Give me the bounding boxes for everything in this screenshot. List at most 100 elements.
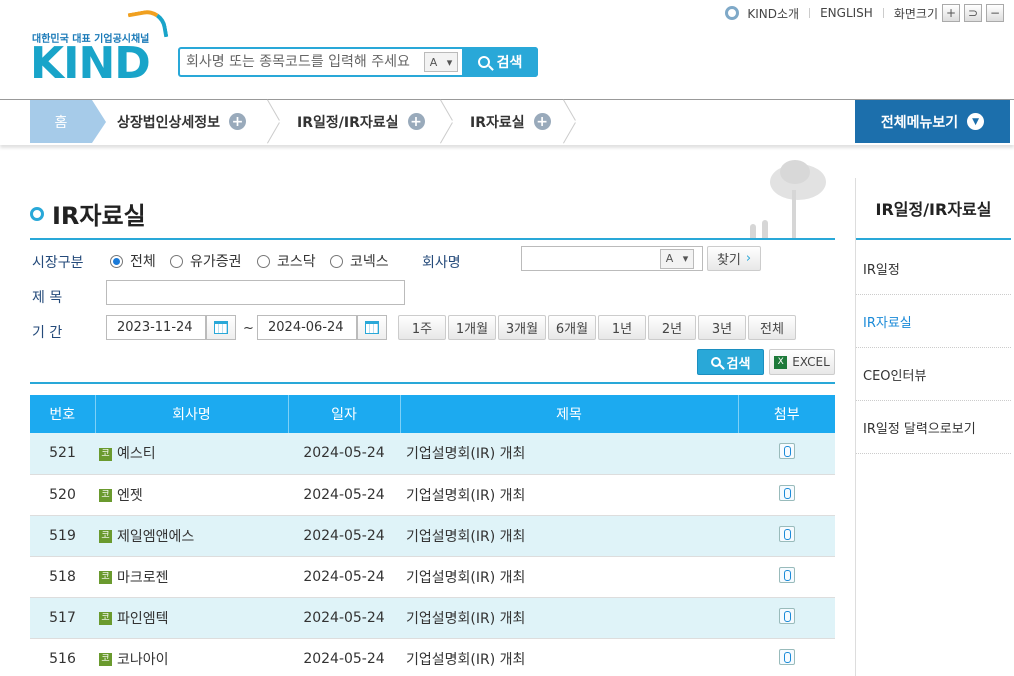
nav-home[interactable]: 홈 <box>30 100 106 143</box>
period-6-month-button[interactable]: 6개월 <box>548 315 596 340</box>
subject-input[interactable] <box>106 280 405 305</box>
company-link[interactable]: 제일엠앤에스 <box>117 529 194 545</box>
table-header-row: 번호 회사명 일자 제목 첨부 <box>30 395 835 433</box>
table-row: 516 코 코나아이 2024-05-24 기업설명회(IR) 개최 <box>30 638 835 676</box>
ime-label: A <box>665 252 674 265</box>
company-link[interactable]: 예스티 <box>117 446 156 462</box>
attachment-clip-icon[interactable] <box>778 525 795 542</box>
radio-checked-icon <box>110 254 123 268</box>
table-row: 517 코 파인엠텍 2024-05-24 기업설명회(IR) 개최 <box>30 597 835 639</box>
radio-market-konex[interactable]: 코넥스 <box>330 251 389 271</box>
row-title-link[interactable]: 기업설명회(IR) 개최 <box>400 515 738 557</box>
radio-market-kospi[interactable]: 유가증권 <box>170 251 242 271</box>
search-button[interactable]: 검색 <box>462 47 538 77</box>
company-link[interactable]: 엔젯 <box>117 488 143 504</box>
row-title-link[interactable]: 기업설명회(IR) 개최 <box>400 597 738 639</box>
plus-icon[interactable]: + <box>407 113 425 130</box>
search-icon <box>477 56 490 68</box>
zoom-reset-button[interactable]: ⊃ <box>964 4 982 22</box>
radio-market-all[interactable]: 전체 <box>110 251 156 271</box>
radio-label: 코넥스 <box>350 254 389 270</box>
sidebar-item-ir-schedule[interactable]: IR일정 <box>856 242 1011 295</box>
period-3-year-button[interactable]: 3년 <box>698 315 746 340</box>
attachment-clip-icon[interactable] <box>778 648 795 665</box>
period-all-button[interactable]: 전체 <box>748 315 796 340</box>
sidebar-item-ceo-interview[interactable]: CEO인터뷰 <box>856 348 1011 401</box>
form-search-button[interactable]: 검색 <box>697 349 764 375</box>
attachment-clip-icon[interactable] <box>778 484 795 501</box>
chevron-divider <box>267 100 281 143</box>
company-link[interactable]: 파인엠텍 <box>117 611 169 627</box>
row-title-link[interactable]: 기업설명회(IR) 개최 <box>400 638 738 676</box>
col-header-company[interactable]: 회사명 <box>95 395 289 433</box>
company-input[interactable]: A ▾ <box>521 246 703 271</box>
row-number: 517 <box>30 597 95 639</box>
kosdaq-badge-icon: 코 <box>99 530 112 543</box>
attachment-cell <box>738 597 835 639</box>
calendar-icon[interactable] <box>206 315 236 340</box>
date-from-input[interactable]: 2023-11-24 <box>106 315 206 340</box>
company-cell: 코 코나아이 <box>95 638 288 676</box>
nav-item-ir-schedule[interactable]: IR일정/IR자료실 + <box>297 100 425 143</box>
radio-label: 코스닥 <box>277 254 316 270</box>
sidebar-title: IR일정/IR자료실 <box>856 178 1011 240</box>
nav-item-label: 상장법인상세정보 <box>117 114 221 131</box>
search-input[interactable] <box>180 50 424 74</box>
kind-logo[interactable]: 대한민국 대표 기업공시채널 KIND <box>30 7 170 88</box>
main-nav: 홈 상장법인상세정보 + IR일정/IR자료실 + IR자료실 + 전체메뉴보기 ▼ <box>0 99 1014 145</box>
nav-item-company-info[interactable]: 상장법인상세정보 + <box>117 100 247 143</box>
col-header-title[interactable]: 제목 <box>400 395 739 433</box>
utility-bar: KIND소개 ENGLISH 화면크기 + ⊃ − <box>725 4 1004 22</box>
row-number: 516 <box>30 638 95 676</box>
attachment-clip-icon[interactable] <box>778 566 795 583</box>
find-button[interactable]: 찾기 › <box>707 246 761 271</box>
company-cell: 코 엔젯 <box>95 474 288 516</box>
table-row: 518 코 마크로젠 2024-05-24 기업설명회(IR) 개최 <box>30 556 835 598</box>
period-3-month-button[interactable]: 3개월 <box>498 315 546 340</box>
kosdaq-badge-icon: 코 <box>99 571 112 584</box>
date-separator: ~ <box>243 321 254 336</box>
radio-market-kosdaq[interactable]: 코스닥 <box>257 251 316 271</box>
english-link[interactable]: ENGLISH <box>820 6 873 20</box>
zoom-out-button[interactable]: − <box>986 4 1004 22</box>
ime-toggle[interactable]: A ▾ <box>660 248 694 269</box>
title-underline <box>30 238 835 240</box>
attachment-clip-icon[interactable] <box>778 607 795 624</box>
nav-item-ir-room[interactable]: IR자료실 + <box>470 100 551 143</box>
excel-label: EXCEL <box>792 355 830 369</box>
company-cell: 코 제일엠앤에스 <box>95 515 288 557</box>
calendar-icon[interactable] <box>357 315 387 340</box>
row-title-link[interactable]: 기업설명회(IR) 개최 <box>400 433 738 475</box>
plus-icon[interactable]: + <box>229 113 247 130</box>
row-date: 2024-05-24 <box>288 597 400 639</box>
attachment-clip-icon[interactable] <box>778 443 795 460</box>
sidebar-item-ir-calendar[interactable]: IR일정 달력으로보기 <box>856 401 1011 454</box>
period-1-month-button[interactable]: 1개월 <box>448 315 496 340</box>
company-link[interactable]: 코나아이 <box>117 652 169 668</box>
row-date: 2024-05-24 <box>288 515 400 557</box>
excel-button[interactable]: X EXCEL <box>769 349 835 375</box>
company-cell: 코 마크로젠 <box>95 556 288 598</box>
sidebar-item-ir-room[interactable]: IR자료실 <box>856 295 1011 348</box>
col-header-no[interactable]: 번호 <box>30 395 96 433</box>
period-2-year-button[interactable]: 2년 <box>648 315 696 340</box>
company-cell: 코 예스티 <box>95 433 288 475</box>
zoom-in-button[interactable]: + <box>942 4 960 22</box>
period-1-year-button[interactable]: 1년 <box>598 315 646 340</box>
all-menu-button[interactable]: 전체메뉴보기 ▼ <box>855 100 1010 143</box>
kosdaq-badge-icon: 코 <box>99 612 112 625</box>
ime-toggle[interactable]: A ▾ <box>424 52 458 72</box>
divider <box>882 8 884 18</box>
date-to-input[interactable]: 2024-06-24 <box>257 315 357 340</box>
radio-icon <box>257 254 270 268</box>
row-title-link[interactable]: 기업설명회(IR) 개최 <box>400 556 738 598</box>
chevron-down-icon: ▼ <box>967 113 985 130</box>
row-number: 518 <box>30 556 95 598</box>
kind-about-link[interactable]: KIND소개 <box>747 5 799 22</box>
period-1-week-button[interactable]: 1주 <box>398 315 446 340</box>
row-title-link[interactable]: 기업설명회(IR) 개최 <box>400 474 738 516</box>
radio-label: 유가증권 <box>190 254 242 270</box>
plus-icon[interactable]: + <box>533 113 551 130</box>
company-link[interactable]: 마크로젠 <box>117 570 169 586</box>
col-header-date[interactable]: 일자 <box>288 395 401 433</box>
